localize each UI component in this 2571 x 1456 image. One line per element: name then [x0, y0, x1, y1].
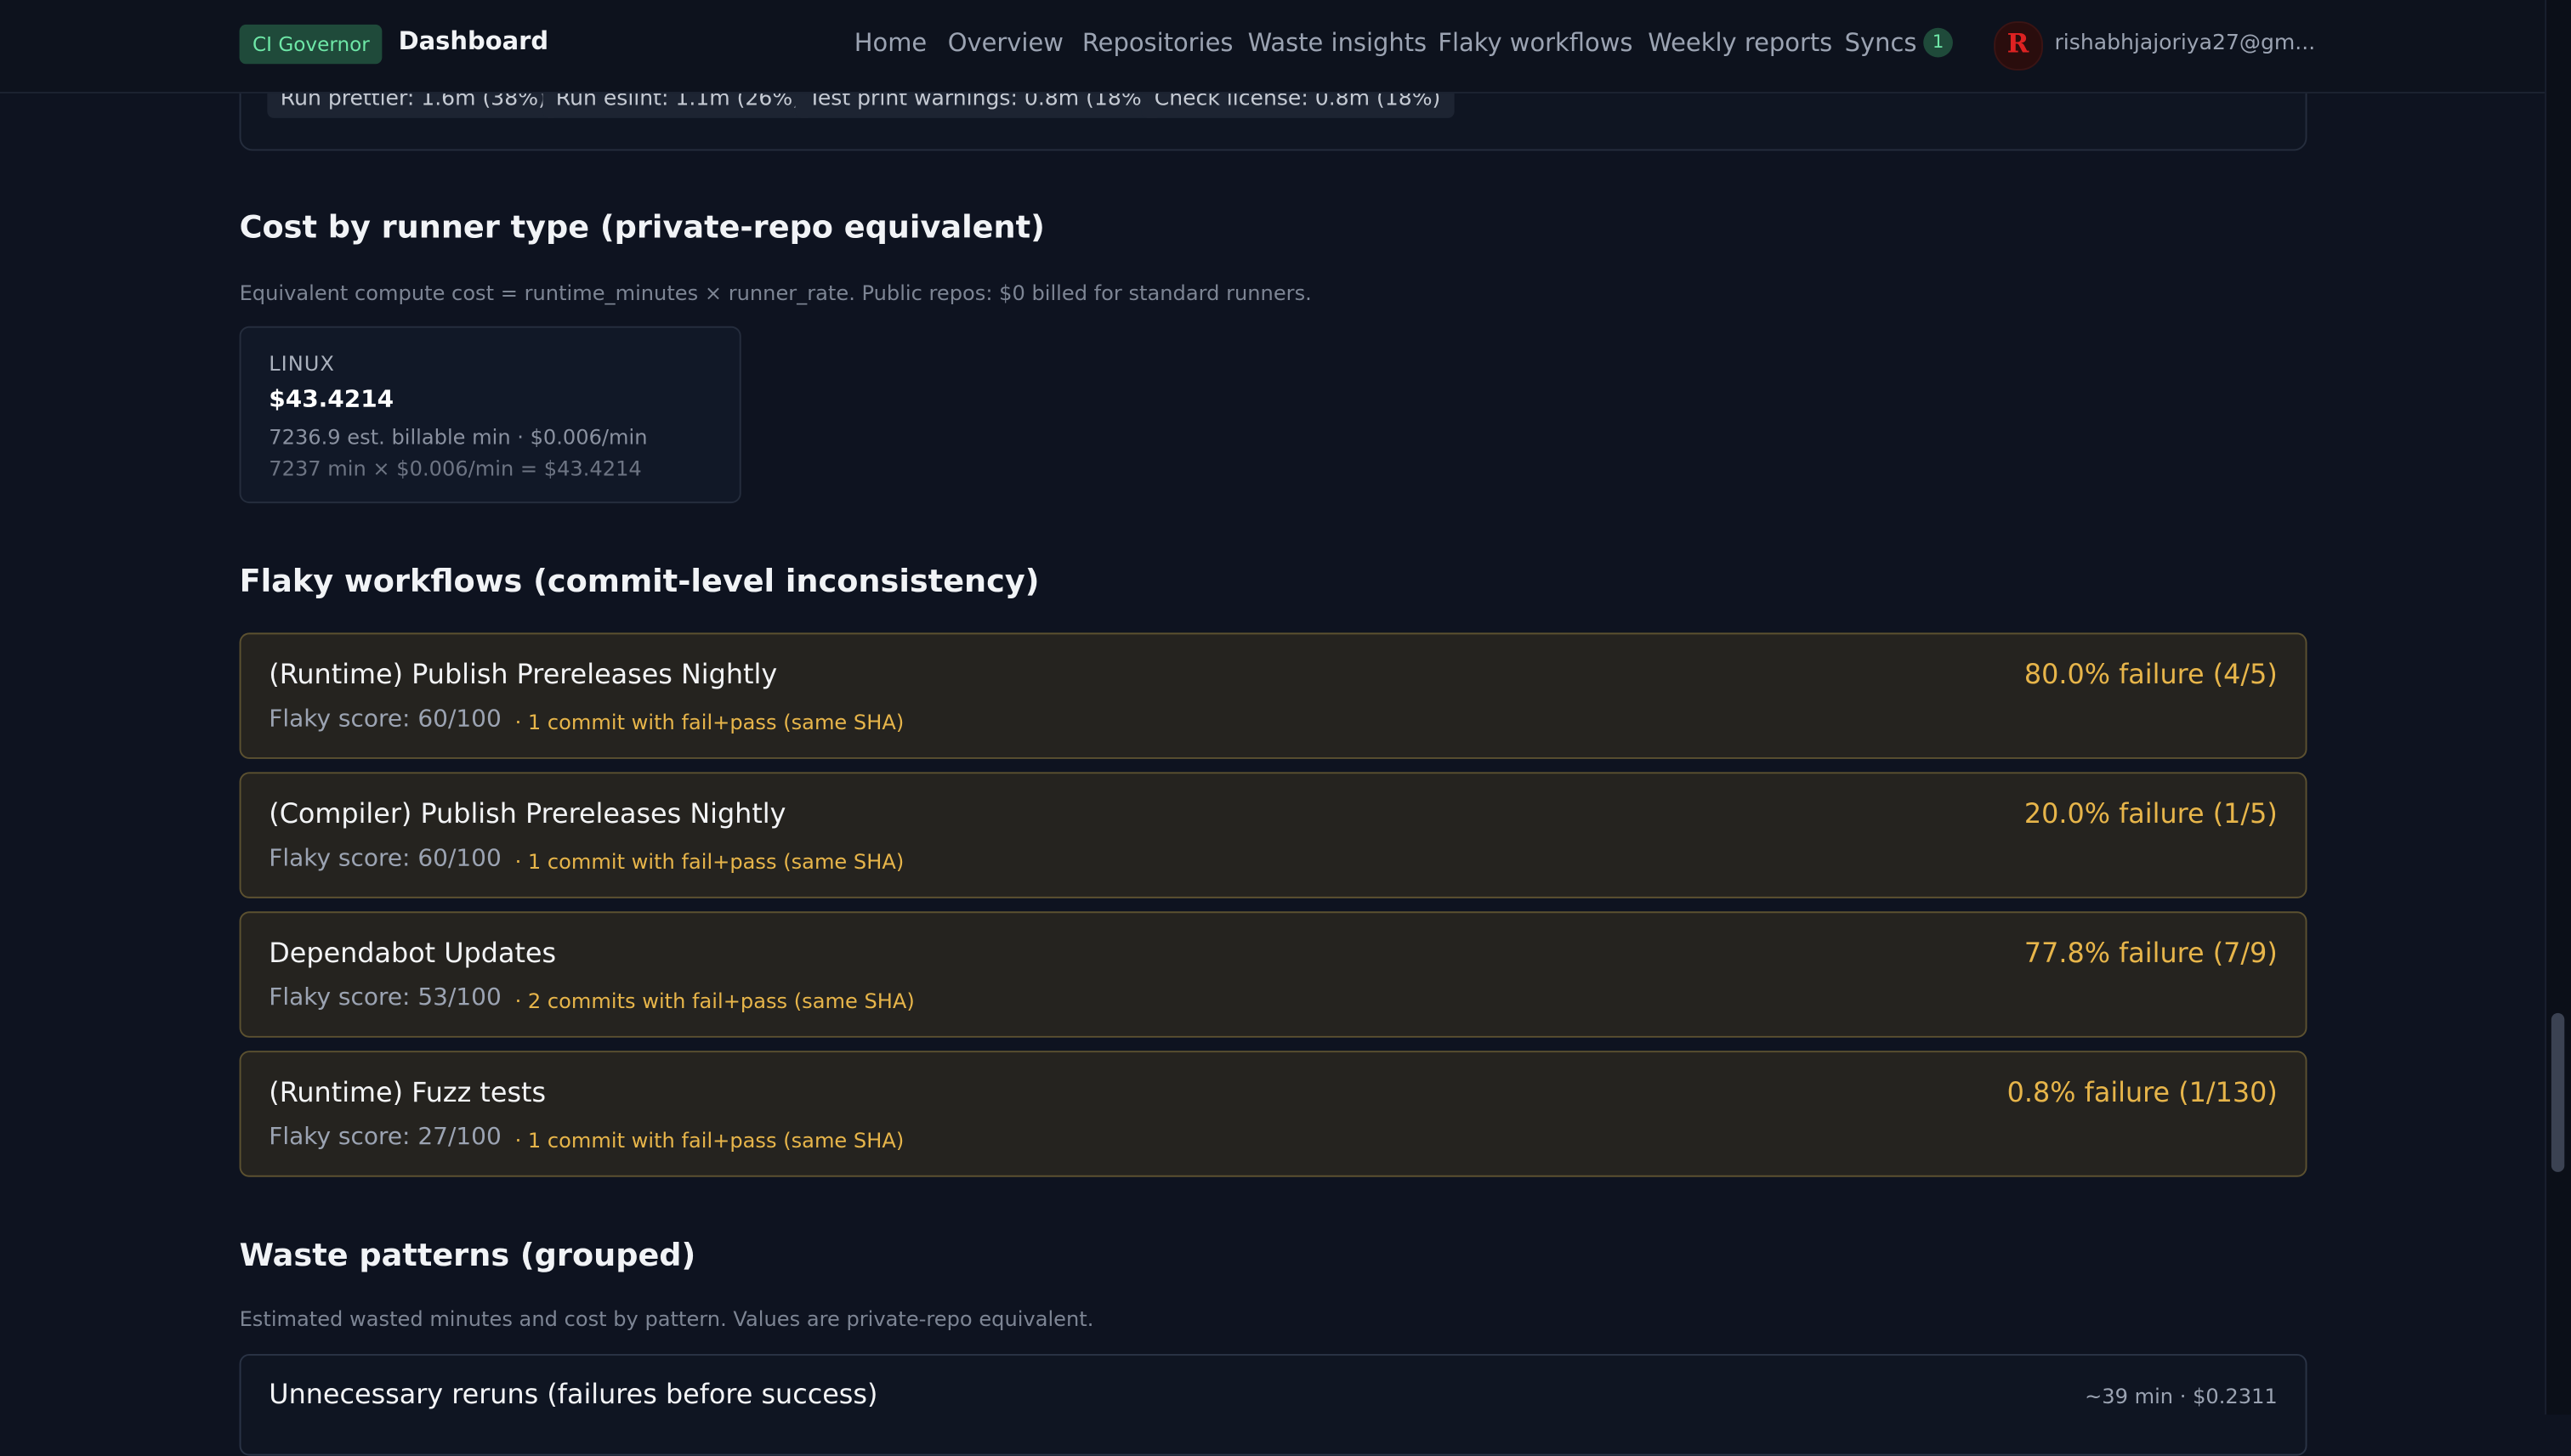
flaky-score: Flaky score: 60/100 [269, 706, 502, 734]
nav-home[interactable]: Home [854, 28, 927, 58]
runner-billable-minutes: 7236.9 est. billable min · $0.006/min [269, 424, 648, 450]
flaky-commits: · 1 commit with fail+pass (same SHA) [514, 1127, 905, 1153]
flaky-commits: · 2 commits with fail+pass (same SHA) [514, 988, 915, 1013]
top-navigation-bar: CI Governor Dashboard Home Overview Repo… [0, 0, 2545, 93]
flaky-workflow-item[interactable]: (Runtime) Publish Prereleases Nightly Fl… [239, 632, 2307, 759]
flaky-workflow-item[interactable]: Dependabot Updates Flaky score: 53/100 ·… [239, 911, 2307, 1038]
nav-repositories[interactable]: Repositories [1082, 28, 1234, 58]
flaky-score: Flaky score: 53/100 [269, 985, 502, 1011]
failure-rate: 20.0% failure (1/5) [2023, 798, 2278, 830]
workflow-name: Dependabot Updates [269, 938, 557, 969]
nav-syncs[interactable]: Syncs [1845, 28, 1917, 58]
flaky-section-heading: Flaky workflows (commit-level inconsiste… [239, 564, 1040, 600]
flaky-workflow-item[interactable]: (Runtime) Fuzz tests Flaky score: 27/100… [239, 1051, 2307, 1177]
scrollbar-thumb[interactable] [2551, 1012, 2565, 1172]
workflow-name: (Runtime) Fuzz tests [269, 1077, 547, 1108]
failure-rate: 77.8% failure (7/9) [2023, 938, 2278, 969]
failure-rate: 0.8% failure (1/130) [2006, 1077, 2278, 1108]
cost-section-heading: Cost by runner type (private-repo equiva… [239, 209, 1045, 246]
avatar-logo-icon: R [2006, 27, 2029, 59]
runner-type-label: LINUX [269, 350, 335, 376]
flaky-score: Flaky score: 27/100 [269, 1124, 502, 1151]
failure-rate: 80.0% failure (4/5) [2023, 659, 2278, 690]
waste-section-note: Estimated wasted minutes and cost by pat… [239, 1306, 1094, 1331]
nav-waste-insights[interactable]: Waste insights [1248, 28, 1427, 58]
runner-cost-card: LINUX $43.4214 7236.9 est. billable min … [239, 326, 741, 504]
runner-cost-value: $43.4214 [269, 387, 394, 413]
flaky-workflow-item[interactable]: (Compiler) Publish Prereleases Nightly F… [239, 772, 2307, 898]
page-title: Dashboard [398, 25, 549, 56]
workflow-name: (Compiler) Publish Prereleases Nightly [269, 798, 786, 830]
nav-weekly-reports[interactable]: Weekly reports [1648, 28, 1832, 58]
brand-badge[interactable]: CI Governor [239, 24, 383, 65]
waste-pattern-item[interactable]: Unnecessary reruns (failures before succ… [239, 1353, 2307, 1456]
waste-pattern-title: Unnecessary reruns (failures before succ… [269, 1378, 878, 1410]
page: Run prettier: 1.6m (38%) Run eslint: 1.1… [0, 0, 2571, 1456]
avatar[interactable]: R [1994, 21, 2043, 71]
nav-flaky-workflows[interactable]: Flaky workflows [1438, 28, 1632, 58]
flaky-commits: · 1 commit with fail+pass (same SHA) [514, 848, 905, 874]
workflow-name: (Runtime) Publish Prereleases Nightly [269, 659, 778, 690]
scrollbar-track[interactable] [2545, 0, 2571, 1415]
waste-section-heading: Waste patterns (grouped) [239, 1238, 696, 1274]
syncs-count-badge: 1 [1923, 27, 1953, 58]
flaky-score: Flaky score: 60/100 [269, 846, 502, 872]
waste-pattern-meta: ~39 min · $0.2311 [2085, 1383, 2278, 1408]
runner-cost-formula: 7237 min × $0.006/min = $43.4214 [269, 456, 642, 481]
user-email[interactable]: rishabhjajoriya27@gm... [2054, 31, 2315, 56]
nav-overview[interactable]: Overview [948, 28, 1064, 58]
flaky-commits: · 1 commit with fail+pass (same SHA) [514, 710, 905, 734]
cost-section-note: Equivalent compute cost = runtime_minute… [239, 280, 1312, 305]
